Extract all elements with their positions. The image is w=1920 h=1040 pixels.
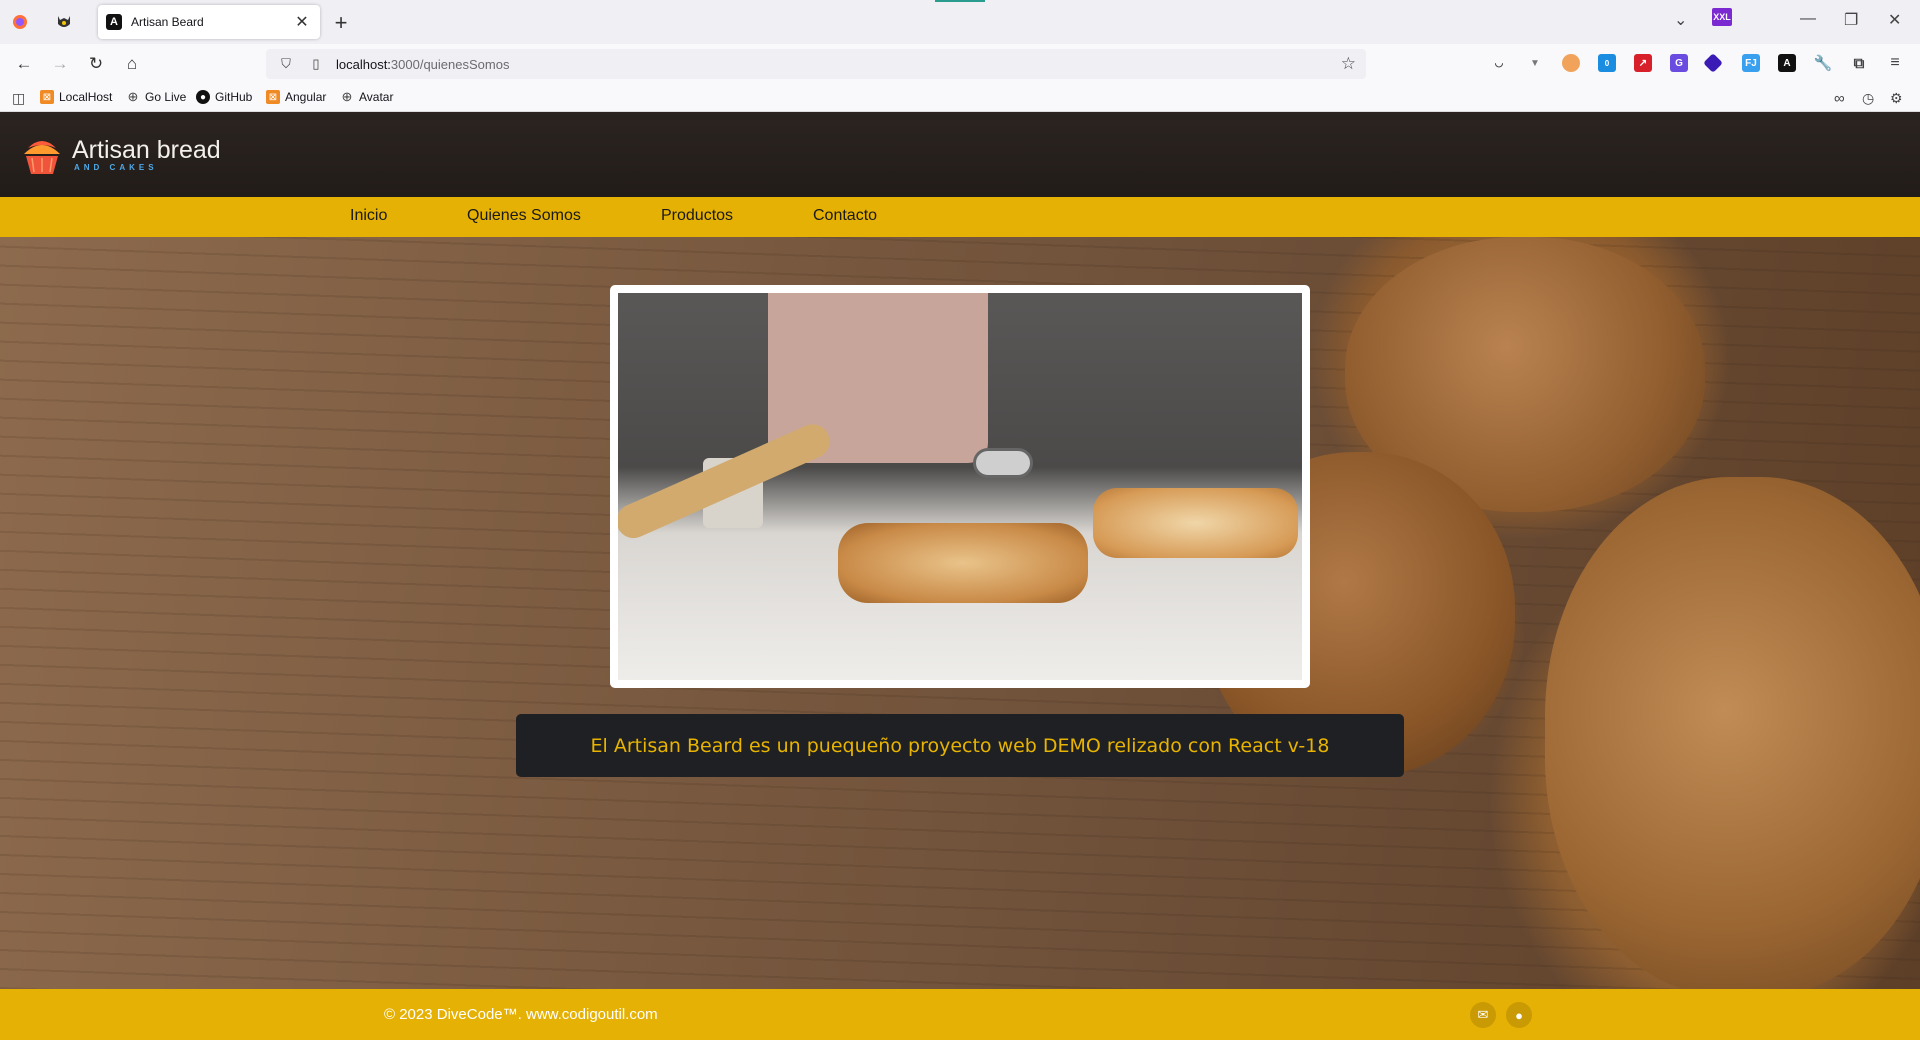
- bookmark-label: GitHub: [215, 90, 253, 104]
- bookmark-angular[interactable]: ⊠ Angular: [266, 90, 326, 104]
- history-clock-icon[interactable]: ◷: [1862, 90, 1874, 107]
- hero-background: El Artisan Beard es un puequeño proyecto…: [0, 237, 1920, 997]
- site-logo[interactable]: Artisan bread AND CAKES: [20, 132, 221, 176]
- caption-text: El Artisan Beard es un puequeño proyecto…: [590, 734, 1330, 757]
- firefox-view-icon[interactable]: [4, 6, 36, 38]
- menu-inicio[interactable]: Inicio: [350, 207, 387, 225]
- bakery-photo-frame: [610, 285, 1310, 688]
- home-icon[interactable]: ⌂: [120, 52, 144, 76]
- envelope-icon[interactable]: ✉: [1470, 1002, 1496, 1028]
- buns-shape: [838, 523, 1088, 603]
- extension-fj-icon[interactable]: FJ: [1742, 54, 1760, 72]
- bookmark-label: Avatar: [359, 90, 394, 104]
- xxl-badge-icon[interactable]: XXL: [1712, 8, 1732, 26]
- xampp-icon: ⊠: [266, 90, 280, 104]
- menu-contacto[interactable]: Contacto: [813, 207, 877, 225]
- extension-purple-icon[interactable]: G: [1670, 54, 1688, 72]
- bookmark-label: Go Live: [145, 90, 187, 104]
- angular-devtools-icon[interactable]: A: [1778, 54, 1796, 72]
- caption-box: El Artisan Beard es un puequeño proyecto…: [516, 714, 1404, 777]
- cookie-cutter-shape: [973, 448, 1033, 478]
- site-menu: Inicio Quienes Somos Productos Contacto: [0, 197, 1920, 237]
- globe-icon: ⊕: [127, 89, 139, 104]
- restore-icon[interactable]: ❐: [1844, 10, 1858, 30]
- extension-avatar-icon[interactable]: [1562, 54, 1580, 72]
- logo-title: Artisan bread: [72, 135, 221, 164]
- bookmark-star-icon[interactable]: ☆: [1341, 54, 1356, 74]
- url-bar[interactable]: ⛉ ▯ localhost: 3000/quienesSomos ☆: [266, 49, 1366, 79]
- xampp-icon: ⊠: [40, 90, 54, 104]
- extension-badge: 0: [1604, 58, 1610, 68]
- close-tab-icon[interactable]: ✕: [292, 12, 312, 32]
- pocket-icon[interactable]: ◡: [1490, 54, 1508, 72]
- bookmark-label: LocalHost: [59, 90, 113, 104]
- github-icon[interactable]: ●: [1506, 1002, 1532, 1028]
- back-icon[interactable]: ←: [12, 52, 36, 76]
- website-viewport: Artisan bread AND CAKES Inicio Quienes S…: [0, 112, 1920, 1040]
- menu-hamburger-icon[interactable]: ≡: [1886, 54, 1904, 72]
- list-all-tabs-icon[interactable]: ⌄: [1674, 10, 1687, 30]
- settings-gear-icon[interactable]: ⚙: [1890, 90, 1903, 107]
- angular-favicon-icon: A: [106, 14, 122, 30]
- site-footer: © 2023 DiveCode™. www.codigoutil.com ✉ ●: [0, 989, 1920, 1040]
- bookmark-localhost[interactable]: ⊠ LocalHost: [40, 90, 112, 104]
- extension-red-icon[interactable]: ↗: [1634, 54, 1652, 72]
- url-host: localhost:: [336, 56, 391, 72]
- forward-icon[interactable]: →: [48, 52, 72, 76]
- menu-productos[interactable]: Productos: [661, 207, 733, 225]
- reader-glasses-icon[interactable]: ∞: [1834, 90, 1845, 107]
- pinned-tab-icon[interactable]: [48, 6, 80, 38]
- logo-subtitle: AND CAKES: [74, 162, 158, 172]
- vue-devtools-icon[interactable]: ▼: [1526, 54, 1544, 72]
- cupcake-icon: [24, 141, 60, 174]
- wrench-icon[interactable]: 🔧: [1814, 54, 1833, 72]
- extension-diamond-icon[interactable]: [1703, 53, 1723, 73]
- bookmark-avatar[interactable]: ⊕ Avatar: [340, 89, 394, 104]
- minimize-icon[interactable]: —: [1800, 10, 1816, 28]
- new-tab-button[interactable]: +: [328, 10, 354, 36]
- bookmarks-toolbar: ◫ ⊠ LocalHost ⊕ Go Live ● GitHub ⊠ Angul…: [0, 84, 1920, 112]
- globe-icon: ⊕: [341, 89, 353, 104]
- footer-copyright: © 2023 DiveCode™. www.codigoutil.com: [384, 1006, 658, 1023]
- github-icon: ●: [196, 90, 210, 104]
- close-window-icon[interactable]: ✕: [1888, 10, 1901, 30]
- baker-photo: [618, 293, 1302, 680]
- tab-artisan-beard[interactable]: A Artisan Beard ✕: [98, 5, 320, 39]
- browser-nav-toolbar: ← → ↻ ⌂ ⛉ ▯ localhost: 3000/quienesSomos…: [0, 44, 1920, 84]
- bread-loaf-image: [1545, 477, 1920, 997]
- bookmark-go-live[interactable]: ⊕ Go Live: [126, 89, 187, 104]
- reload-icon[interactable]: ↻: [84, 52, 108, 76]
- bookmark-label: Angular: [285, 90, 327, 104]
- site-header: Artisan bread AND CAKES: [0, 112, 1920, 197]
- page-icon[interactable]: ▯: [306, 56, 326, 72]
- shield-icon[interactable]: ⛉: [276, 56, 296, 72]
- bookmark-github[interactable]: ● GitHub: [196, 90, 252, 104]
- browser-tab-bar: A Artisan Beard ✕ + ⌄ XXL — ❐ ✕: [0, 0, 1920, 44]
- buns-shape: [1093, 488, 1298, 558]
- menu-quienes-somos[interactable]: Quienes Somos: [467, 207, 581, 225]
- extensions-puzzle-icon[interactable]: ⧉: [1850, 54, 1868, 72]
- sidebar-toggle-icon[interactable]: ◫: [12, 90, 25, 107]
- url-path: 3000/quienesSomos: [390, 56, 510, 72]
- tab-title: Artisan Beard: [131, 15, 204, 29]
- tab-accent-line: [935, 0, 985, 2]
- extension-counter-icon[interactable]: 0: [1598, 54, 1616, 72]
